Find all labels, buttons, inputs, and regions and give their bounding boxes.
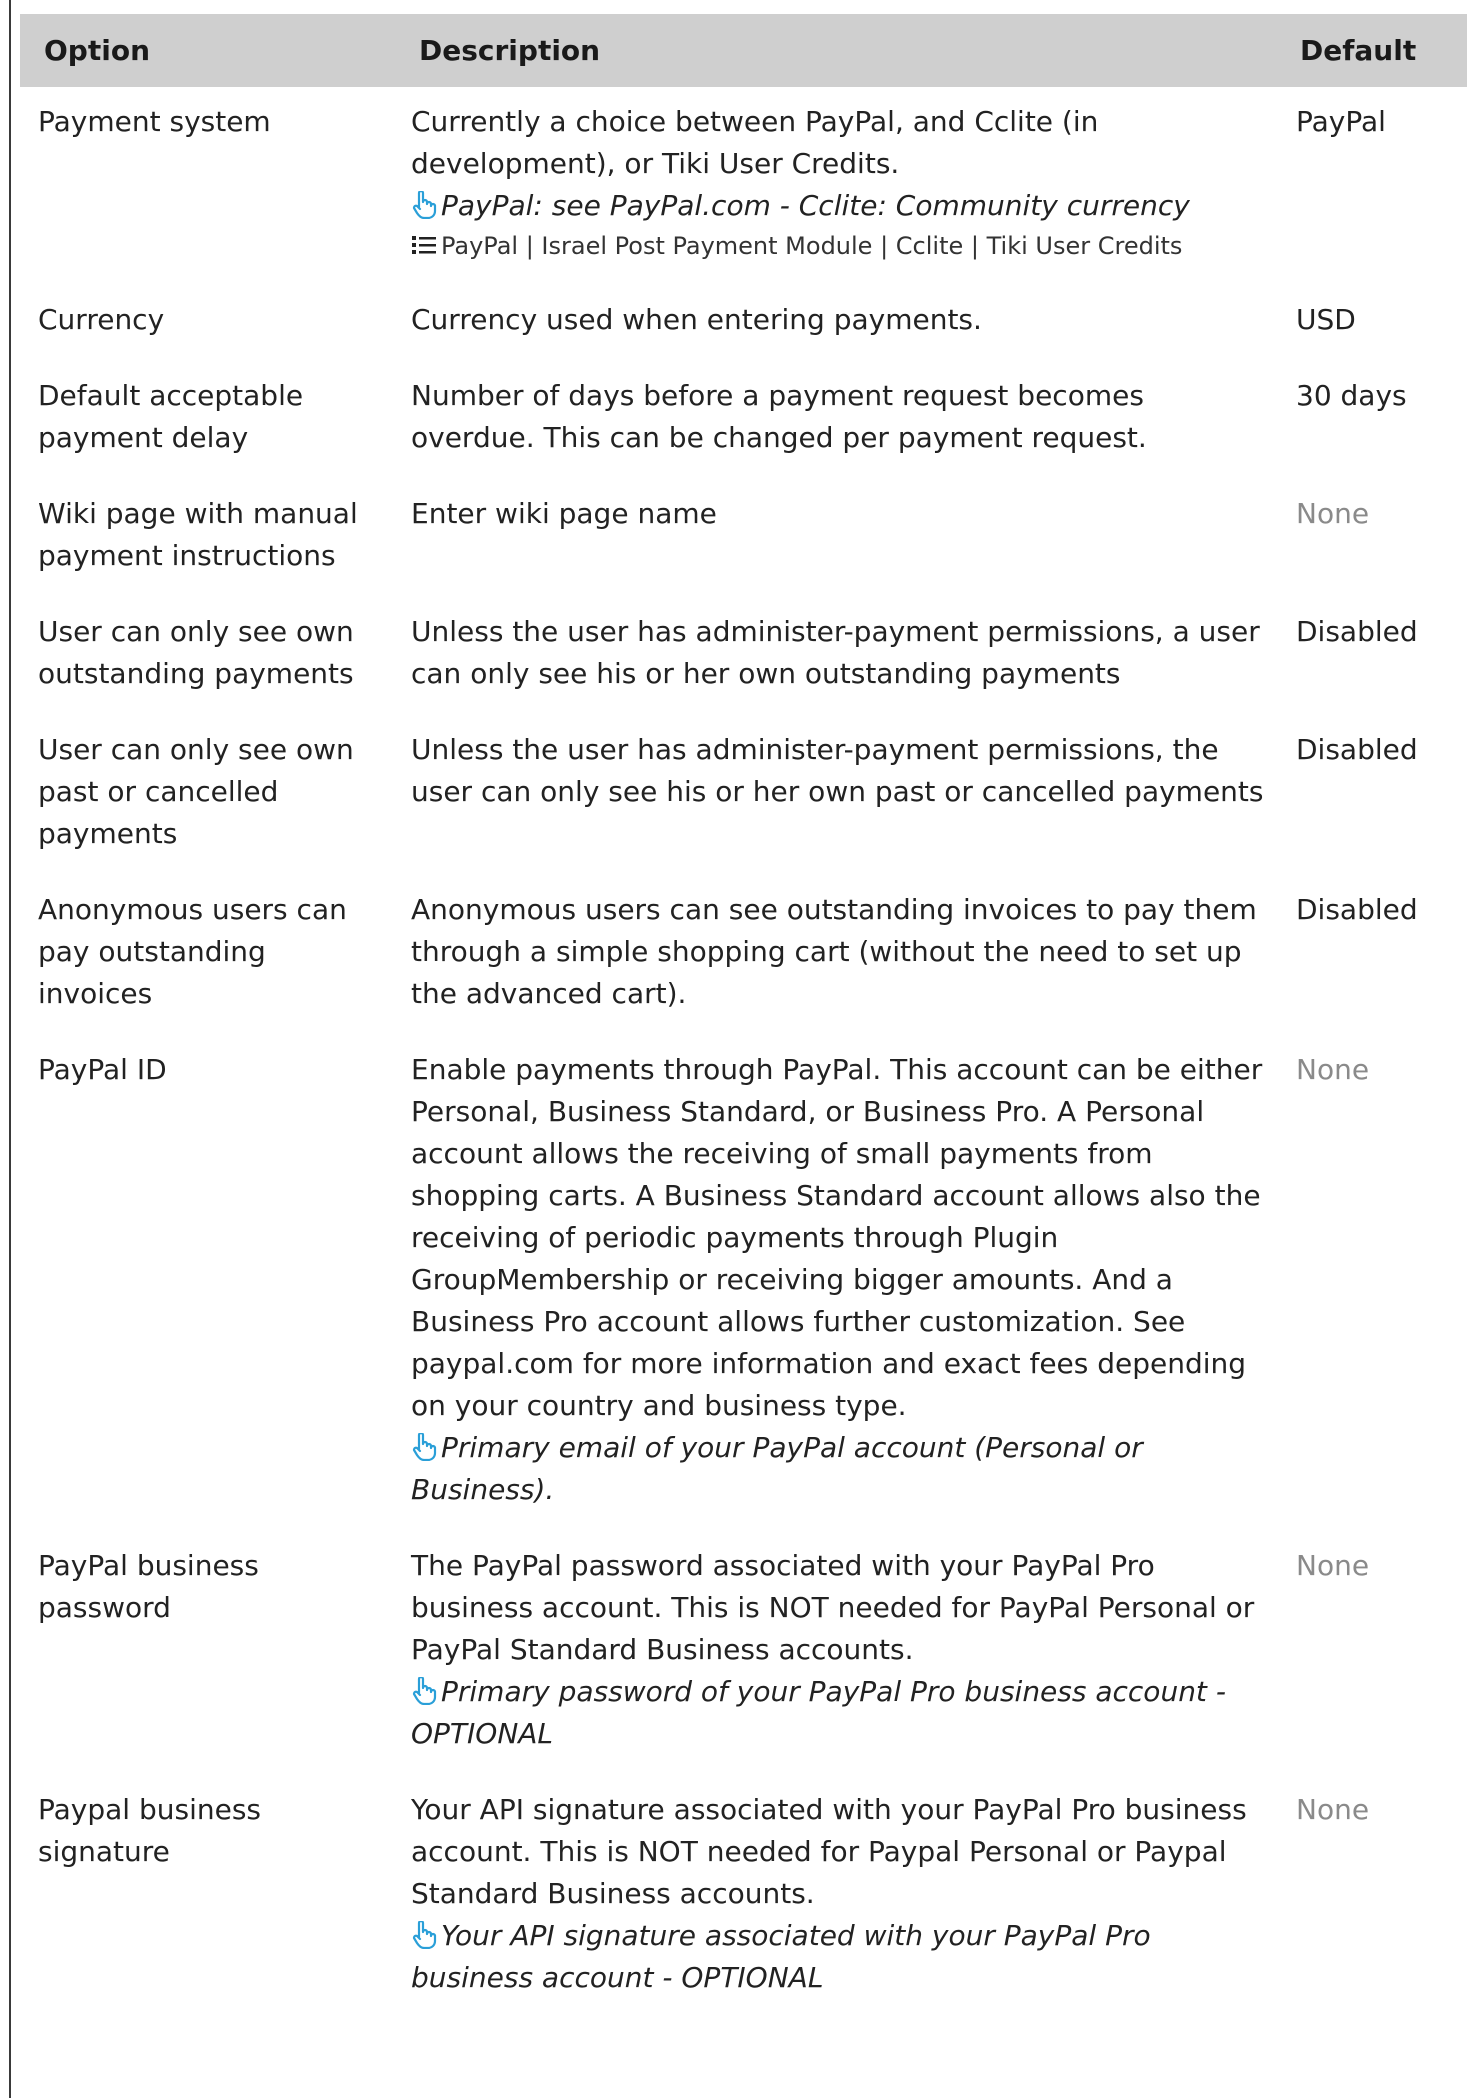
options-line: PayPal | Israel Post Payment Module | Cc… [411, 227, 1270, 265]
table-row: Payment system Currently a choice betwee… [20, 87, 1467, 285]
option-cell: Anonymous users can pay outstanding invo… [20, 875, 395, 1035]
hint-text: PayPal: see PayPal.com - Cclite: Communi… [441, 189, 1190, 222]
hint-line: Your API signature associated with your … [411, 1915, 1270, 1999]
pointing-hand-icon [412, 1921, 437, 1949]
default-cell: PayPal [1280, 87, 1467, 285]
header-row: Option Description Default [20, 14, 1467, 87]
option-cell: Wiki page with manual payment instructio… [20, 479, 395, 597]
description-cell: Enable payments through PayPal. This acc… [395, 1035, 1280, 1531]
default-value: 30 days [1296, 379, 1407, 412]
table-row: Wiki page with manual payment instructio… [20, 479, 1467, 597]
option-cell: User can only see own past or cancelled … [20, 715, 395, 875]
option-name: Anonymous users can pay outstanding invo… [38, 893, 347, 1010]
default-value: None [1296, 497, 1370, 530]
option-name: User can only see own outstanding paymen… [38, 615, 354, 690]
options-list-text: PayPal | Israel Post Payment Module | Cc… [441, 232, 1183, 260]
option-name: Currency [38, 303, 165, 336]
description-cell: Unless the user has administer-payment p… [395, 715, 1280, 875]
default-cell: None [1280, 1775, 1467, 2019]
option-name: PayPal ID [38, 1053, 167, 1086]
option-cell: Default acceptable payment delay [20, 361, 395, 479]
description-text: Anonymous users can see outstanding invo… [411, 893, 1257, 1010]
description-text: Currently a choice between PayPal, and C… [411, 105, 1099, 180]
option-cell: Paypal business signature [20, 1775, 395, 2019]
table-row: PayPal business password The PayPal pass… [20, 1531, 1467, 1775]
description-text: Enable payments through PayPal. This acc… [411, 1053, 1263, 1422]
hint-line: Primary password of your PayPal Pro busi… [411, 1671, 1270, 1755]
description-text: Unless the user has administer-payment p… [411, 733, 1264, 808]
description-cell: Currently a choice between PayPal, and C… [395, 87, 1280, 285]
hint-text: Your API signature associated with your … [411, 1919, 1151, 1994]
default-value: Disabled [1296, 733, 1418, 766]
option-name: User can only see own past or cancelled … [38, 733, 354, 850]
default-cell: None [1280, 1035, 1467, 1531]
default-cell: Disabled [1280, 715, 1467, 875]
default-value: None [1296, 1053, 1370, 1086]
option-name: PayPal business password [38, 1549, 259, 1624]
default-value: None [1296, 1793, 1370, 1826]
pointing-hand-icon [412, 1433, 437, 1461]
default-value: USD [1296, 303, 1356, 336]
default-cell: 30 days [1280, 361, 1467, 479]
header-option: Option [44, 34, 150, 67]
default-cell: None [1280, 1531, 1467, 1775]
default-value: Disabled [1296, 615, 1418, 648]
option-cell: User can only see own outstanding paymen… [20, 597, 395, 715]
description-cell: Currency used when entering payments. [395, 285, 1280, 361]
default-cell: Disabled [1280, 875, 1467, 1035]
description-cell: Enter wiki page name [395, 479, 1280, 597]
default-value: PayPal [1296, 105, 1386, 138]
option-cell: Currency [20, 285, 395, 361]
default-cell: USD [1280, 285, 1467, 361]
table-body: Payment system Currently a choice betwee… [20, 87, 1467, 2019]
default-value: None [1296, 1549, 1370, 1582]
option-cell: Payment system [20, 87, 395, 285]
hint-line: Primary email of your PayPal account (Pe… [411, 1427, 1270, 1511]
header-default: Default [1300, 34, 1417, 67]
description-text: Your API signature associated with your … [411, 1793, 1247, 1910]
option-cell: PayPal ID [20, 1035, 395, 1531]
table-header: Option Description Default [20, 14, 1467, 87]
option-name: Default acceptable payment delay [38, 379, 304, 454]
description-text: Number of days before a payment request … [411, 379, 1147, 454]
table-row: User can only see own outstanding paymen… [20, 597, 1467, 715]
pointing-hand-icon [412, 191, 437, 219]
hint-line: PayPal: see PayPal.com - Cclite: Communi… [411, 185, 1270, 227]
table-row: Paypal business signature Your API signa… [20, 1775, 1467, 2019]
default-value: Disabled [1296, 893, 1418, 926]
default-cell: None [1280, 479, 1467, 597]
preferences-table: Option Description Default Payment syste… [20, 14, 1467, 2019]
description-cell: Number of days before a payment request … [395, 361, 1280, 479]
pointing-hand-icon [412, 1677, 437, 1705]
option-name: Paypal business signature [38, 1793, 262, 1868]
table-row: Default acceptable payment delay Number … [20, 361, 1467, 479]
description-cell: Your API signature associated with your … [395, 1775, 1280, 2019]
option-name: Payment system [38, 105, 271, 138]
preferences-table-container: Option Description Default Payment syste… [20, 14, 1467, 2019]
option-name: Wiki page with manual payment instructio… [38, 497, 358, 572]
left-border-rule [9, 0, 11, 2098]
list-icon [412, 236, 436, 254]
description-cell: The PayPal password associated with your… [395, 1531, 1280, 1775]
table-row: User can only see own past or cancelled … [20, 715, 1467, 875]
description-text: Currency used when entering payments. [411, 303, 982, 336]
default-cell: Disabled [1280, 597, 1467, 715]
option-cell: PayPal business password [20, 1531, 395, 1775]
hint-text: Primary password of your PayPal Pro busi… [411, 1675, 1226, 1750]
hint-text: Primary email of your PayPal account (Pe… [411, 1431, 1143, 1506]
description-cell: Unless the user has administer-payment p… [395, 597, 1280, 715]
table-row: PayPal ID Enable payments through PayPal… [20, 1035, 1467, 1531]
description-text: Enter wiki page name [411, 497, 717, 530]
description-text: The PayPal password associated with your… [411, 1549, 1255, 1666]
description-text: Unless the user has administer-payment p… [411, 615, 1260, 690]
header-description: Description [419, 34, 601, 67]
description-cell: Anonymous users can see outstanding invo… [395, 875, 1280, 1035]
table-row: Anonymous users can pay outstanding invo… [20, 875, 1467, 1035]
table-row: Currency Currency used when entering pay… [20, 285, 1467, 361]
